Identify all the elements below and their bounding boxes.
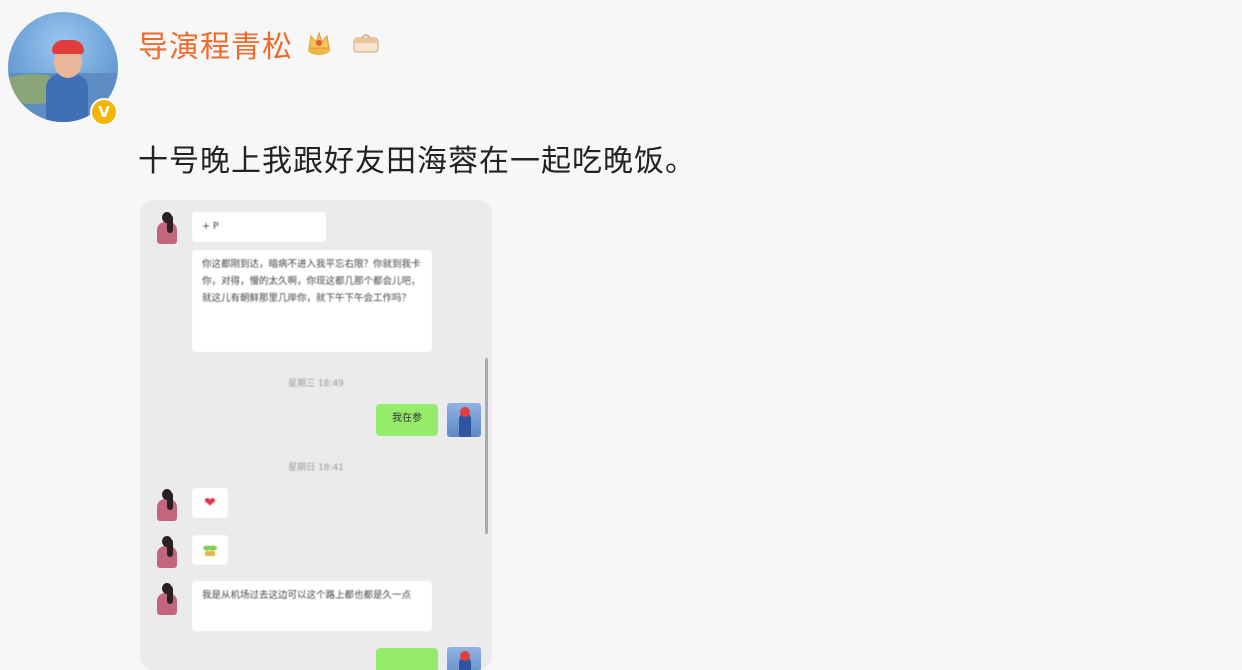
avatar-person-body	[46, 74, 88, 122]
contact-avatar	[150, 534, 184, 568]
chat-bubble: + P	[192, 212, 326, 242]
chat-bubble: ❤	[192, 488, 228, 518]
chat-bubble-sent	[376, 648, 438, 670]
heart-icon: ❤	[204, 495, 216, 511]
chat-screenshot[interactable]: + P 你这都刚到达，暗病不进入我平忘右限？你就到我卡你，对得，慢的太久啊，你现…	[140, 200, 492, 670]
chat-bubble: 我是从机场过去这边可以这个路上都也都是久一点	[192, 581, 432, 631]
chat-timestamp: 星期日 18:41	[288, 463, 344, 473]
contact-avatar	[150, 581, 184, 615]
chat-bubble	[192, 535, 228, 565]
username[interactable]: 导演程青松	[138, 22, 293, 66]
scrollbar[interactable]	[485, 358, 488, 534]
my-avatar	[447, 647, 481, 670]
my-avatar	[447, 403, 481, 437]
contact-avatar	[150, 210, 184, 244]
contact-avatar	[150, 487, 184, 521]
post-text: 十号晚上我跟好友田海蓉在一起吃晚饭。	[138, 144, 696, 179]
crown-icon	[308, 31, 330, 55]
sprout-icon	[203, 545, 217, 556]
chat-bubble: 你这都刚到达，暗病不进入我平忘右限？你就到我卡你，对得，慢的太久啊，你现这都几那…	[192, 250, 432, 352]
chat-timestamp: 星期三 18:49	[288, 379, 344, 389]
gift-icon	[353, 34, 379, 53]
chat-bubble-sent: 我在参	[376, 404, 438, 436]
verified-icon: V	[90, 98, 118, 126]
avatar-person-hair	[52, 40, 84, 54]
